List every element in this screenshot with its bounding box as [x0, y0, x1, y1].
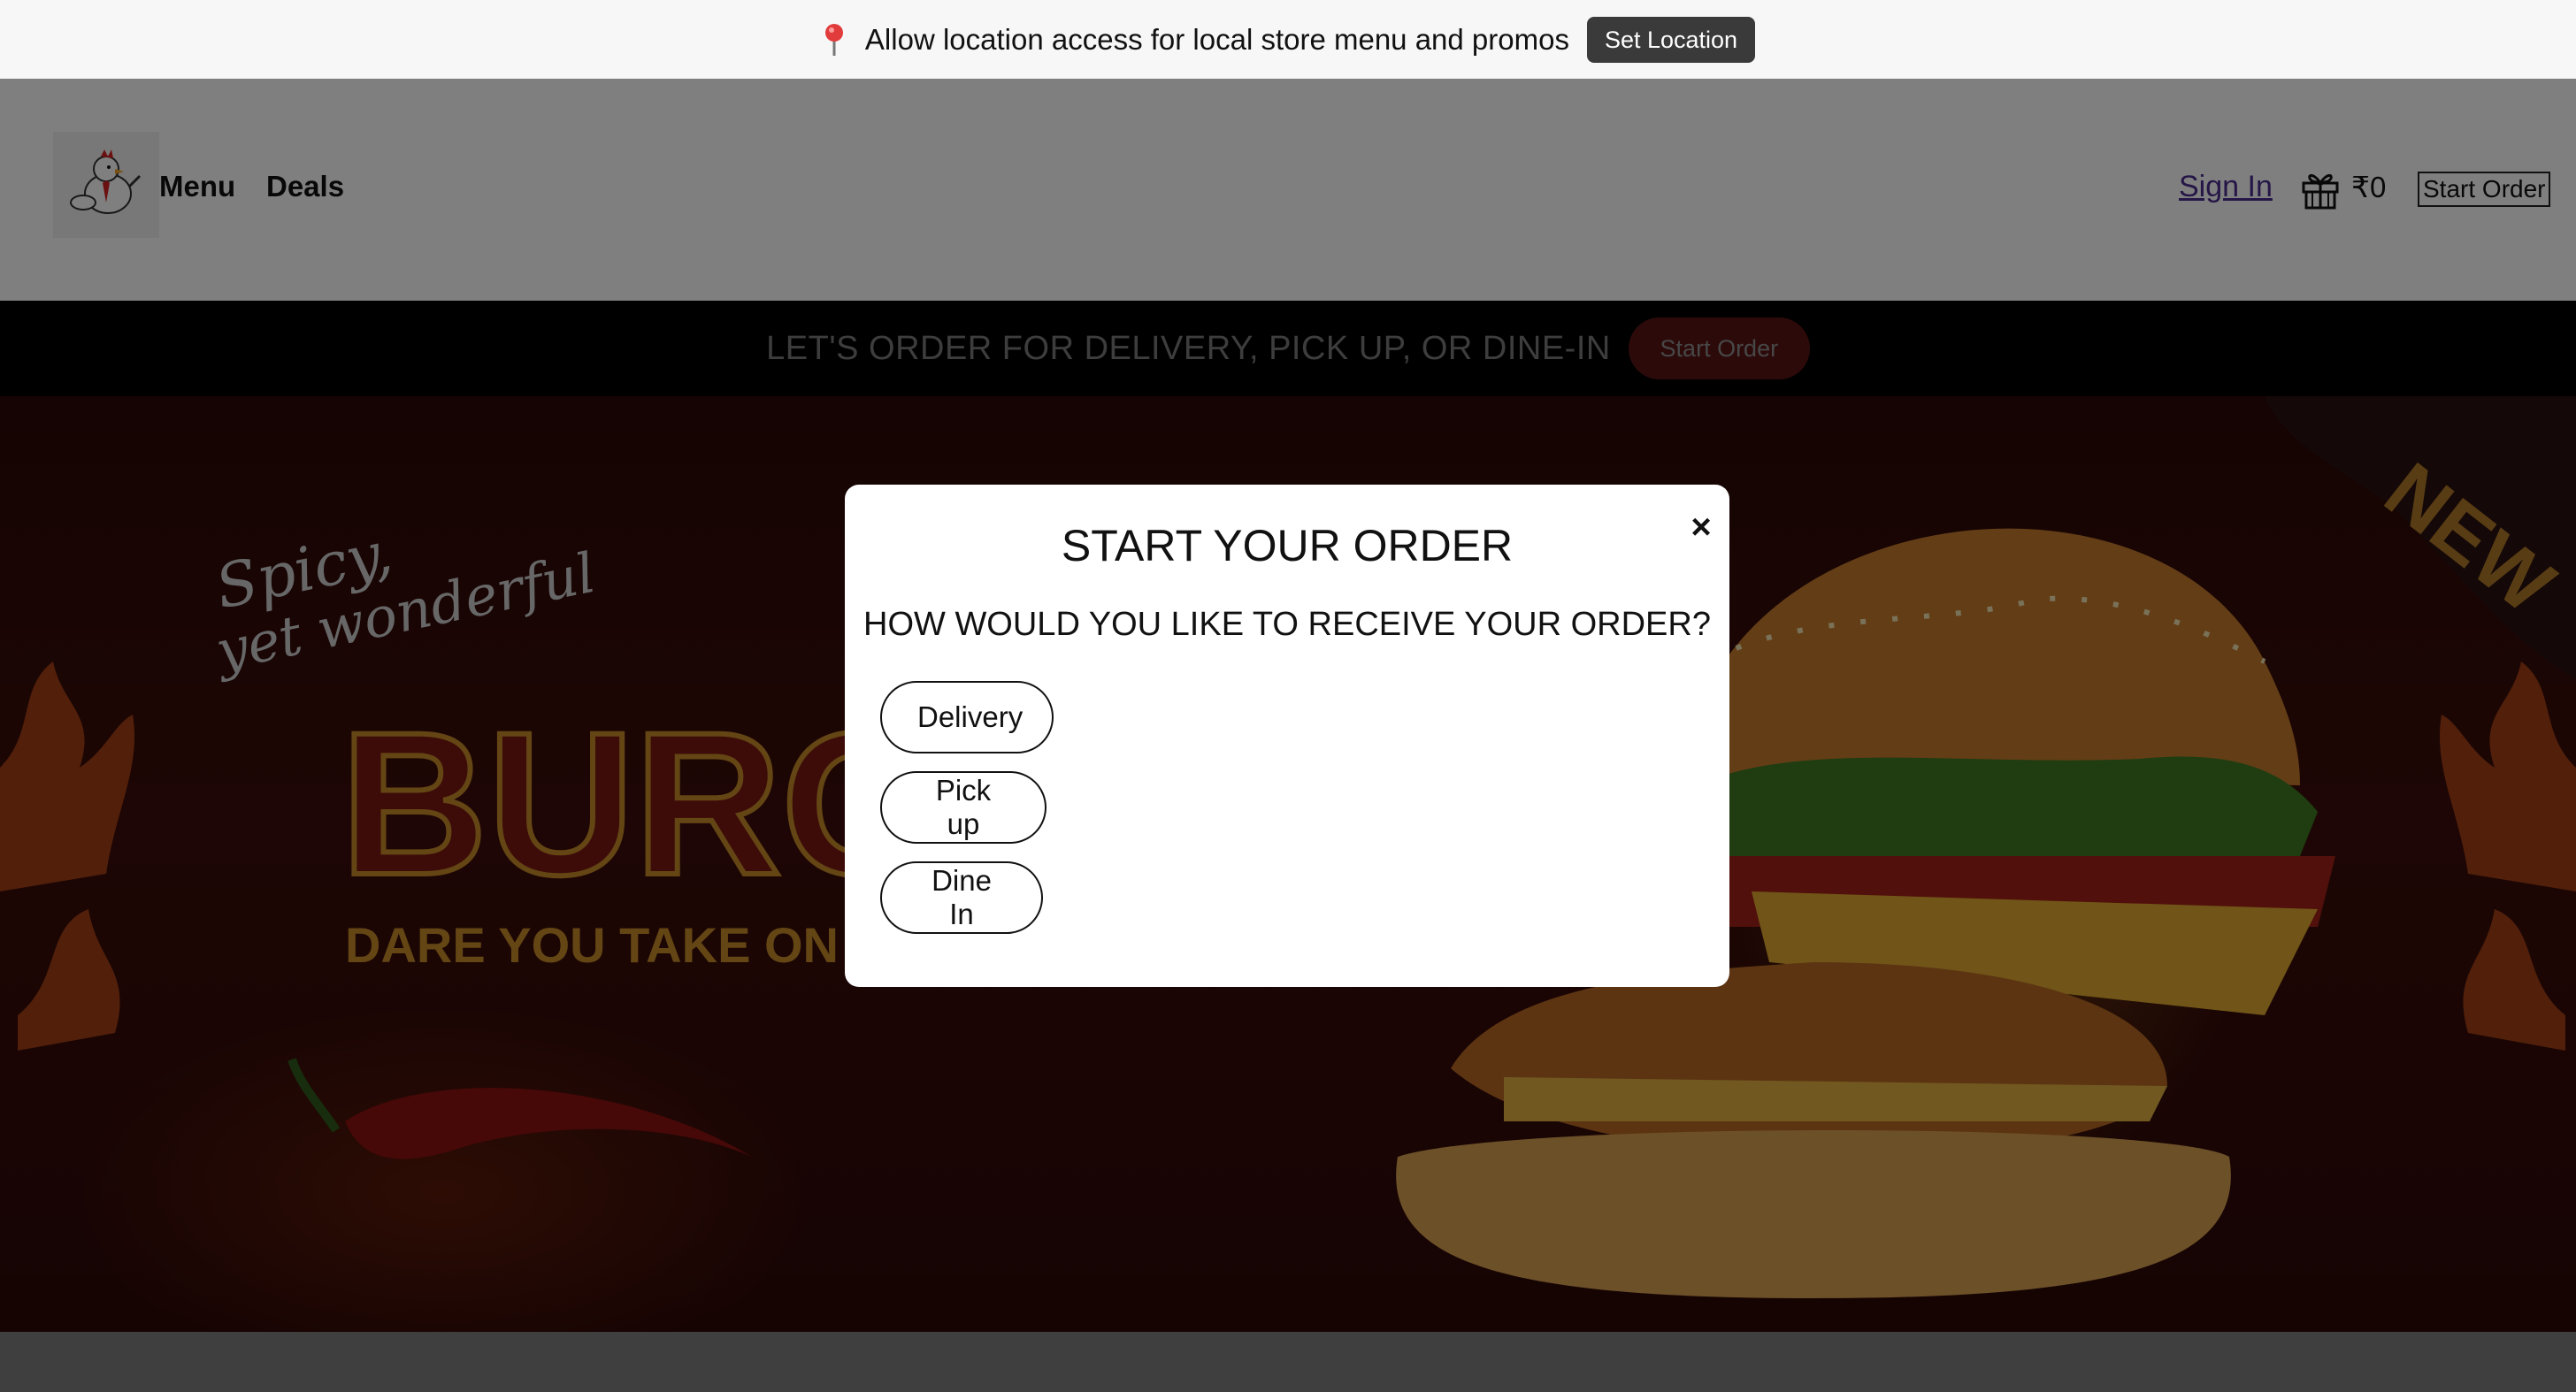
chili-pepper	[288, 1058, 752, 1159]
nav-menu-link[interactable]: Menu	[159, 170, 235, 203]
start-order-modal: START YOUR ORDER × HOW WOULD YOU LIKE TO…	[845, 485, 1729, 987]
close-icon[interactable]: ×	[1685, 509, 1717, 545]
order-bar-start-order-button[interactable]: Start Order	[1628, 317, 1810, 379]
gift-icon[interactable]	[2300, 167, 2341, 210]
site-header: Menu Deals Sign In ₹0 Start Order	[0, 79, 2576, 301]
dine-in-option-button[interactable]: Dine In	[880, 861, 1043, 934]
map-pin-icon	[824, 23, 843, 56]
rewards-points: ₹0	[2351, 171, 2387, 203]
delivery-option-button[interactable]: Delivery	[880, 681, 1054, 753]
new-badge: NEW	[2265, 396, 2576, 679]
modal-title: START YOUR ORDER	[1061, 521, 1514, 570]
modal-subtitle: HOW WOULD YOU LIKE TO RECEIVE YOUR ORDER…	[863, 606, 1711, 643]
location-banner-text: Allow location access for local store me…	[864, 22, 1569, 56]
chicken-mascot-logo-icon	[70, 149, 142, 214]
flame-right	[2439, 662, 2576, 1051]
order-bar: LET'S ORDER FOR DELIVERY, PICK UP, OR DI…	[0, 301, 2576, 396]
page-bottom-section	[0, 1332, 2576, 1392]
flame-left	[0, 662, 135, 1051]
set-location-button[interactable]: Set Location	[1586, 16, 1756, 63]
pickup-option-button[interactable]: Pick up	[880, 771, 1046, 844]
brand-logo[interactable]	[53, 132, 159, 238]
header-start-order-button[interactable]: Start Order	[2418, 172, 2551, 207]
order-bar-text: LET'S ORDER FOR DELIVERY, PICK UP, OR DI…	[766, 329, 1611, 367]
sign-in-link[interactable]: Sign In	[2179, 170, 2273, 204]
nav-deals-link[interactable]: Deals	[266, 170, 344, 203]
location-banner: Allow location access for local store me…	[0, 0, 2576, 79]
